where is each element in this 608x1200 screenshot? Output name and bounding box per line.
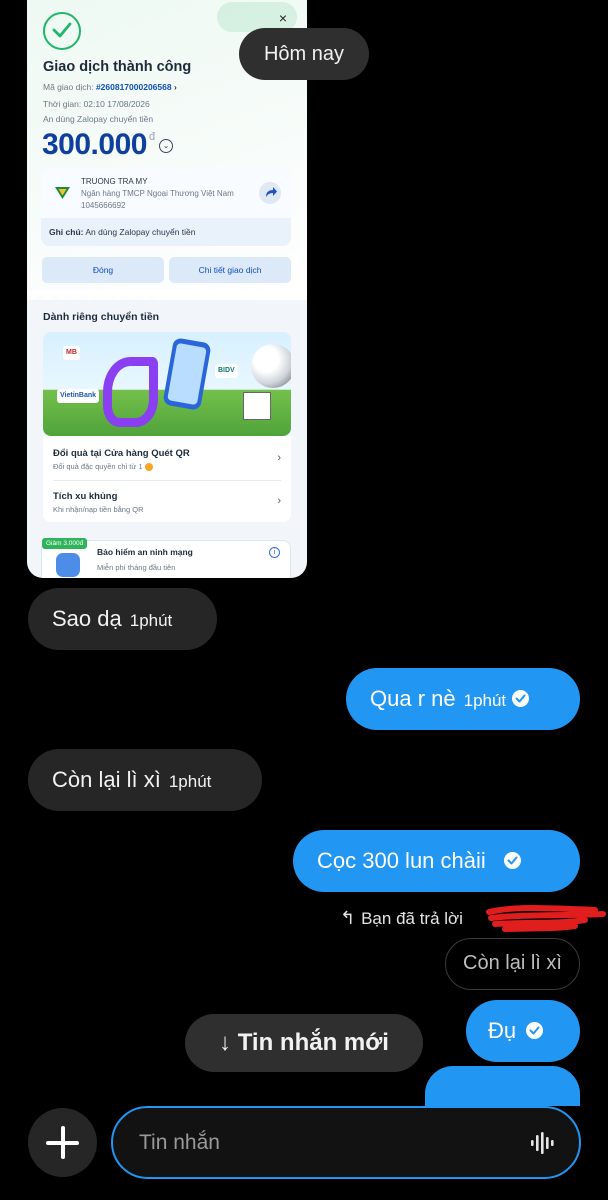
bank-logo-icon <box>55 187 70 199</box>
info-icon: i <box>269 547 280 558</box>
voice-wave-icon[interactable] <box>531 1132 557 1154</box>
shield-icon <box>56 553 80 577</box>
plus-icon-stroke <box>61 1126 65 1159</box>
currency: đ <box>148 131 156 143</box>
list-item: Tích xu khủng Khi nhận/nạp tiền bằng QR … <box>53 491 281 514</box>
check-circle-icon <box>43 12 81 50</box>
transaction-time: Thời gian: 02:10 17/08/2026 <box>43 99 150 109</box>
bank-chip: VietinBank <box>57 389 100 403</box>
message-placeholder: Tin nhắn <box>139 1131 220 1154</box>
message-input[interactable]: Tin nhắn <box>111 1106 581 1179</box>
divider <box>53 480 281 481</box>
arrow-down-icon: ↓ <box>219 1029 232 1056</box>
read-check-icon <box>526 1021 544 1039</box>
message-outgoing[interactable]: Cọc 300 lun chàii <box>293 830 580 892</box>
message-outgoing-partial[interactable] <box>425 1066 580 1106</box>
insurance-title: Bảo hiểm an ninh mạng <box>97 547 193 557</box>
transaction-memo: An dùng Zalopay chuyển tiền <box>43 114 154 124</box>
qr-illustration <box>243 392 271 420</box>
recipient-bank: Ngân hàng TMCP Ngoại Thương Việt Nam <box>81 189 234 198</box>
discount-badge: Giảm 3.000đ <box>42 538 88 549</box>
phone-illustration <box>162 337 212 411</box>
message-time: 1phút <box>463 691 507 710</box>
close-receipt-button: Đóng <box>42 257 164 283</box>
message-outgoing[interactable]: Đụ <box>466 1000 580 1062</box>
recipient-name: TRUONG TRA MY <box>81 177 148 186</box>
receipt-image[interactable]: × Giao dịch thành công Mã giao dịch: #26… <box>27 0 307 578</box>
message-outgoing[interactable]: Qua r nè 1phút <box>346 668 580 730</box>
chevron-down-icon: ⌄ <box>159 139 174 153</box>
football-illustration <box>251 344 291 388</box>
quoted-message[interactable]: Còn lại lì xì <box>445 938 580 990</box>
message-time: 1phút <box>168 772 212 791</box>
message-incoming[interactable]: Còn lại lì xì 1phút <box>28 749 262 811</box>
coin-icon <box>144 463 153 472</box>
chevron-right-icon: › <box>277 495 281 507</box>
redaction-scribble <box>486 905 606 932</box>
recipient-card: TRUONG TRA MY Ngân hàng TMCP Ngoại Thươn… <box>41 168 291 246</box>
promo-banner: MB VietinBank BIDV <box>43 332 291 436</box>
transaction-note: Ghi chú: An dùng Zalopay chuyển tiền <box>49 227 196 237</box>
message-incoming[interactable]: Sao dạ 1phút <box>28 588 217 650</box>
share-arrow-icon <box>259 182 281 204</box>
promo-list: Đổi quà tại Cửa hàng Quét QR Đổi quà đặc… <box>43 436 291 522</box>
recipient-info: TRUONG TRA MY Ngân hàng TMCP Ngoại Thươn… <box>41 168 291 218</box>
add-attachment-button[interactable] <box>28 1108 97 1177</box>
date-divider: Hôm nay <box>239 28 369 80</box>
transaction-id: Mã giao dịch: #260817000206568 › <box>43 82 177 92</box>
bank-chip: BIDV <box>215 364 238 378</box>
reply-arrow-icon: ↰ <box>340 908 356 928</box>
new-messages-button[interactable]: ↓ Tin nhắn mới <box>185 1014 423 1072</box>
insurance-subtitle: Miễn phí tháng đầu tiên <box>97 563 176 572</box>
receipt-title: Giao dịch thành công <box>43 59 192 75</box>
close-icon: × <box>278 10 288 26</box>
section-title: Dành riêng chuyển tiền <box>43 311 160 323</box>
zigzag-divider <box>27 290 307 299</box>
reply-indicator: ↰ Bạn đã trả lời <box>340 908 463 928</box>
insurance-card: Giảm 3.000đ Bảo hiểm an ninh mạng Miễn p… <box>41 538 291 578</box>
recipient-account: 1045666692 <box>81 201 126 210</box>
transaction-detail-button: Chi tiết giao dịch <box>169 257 291 283</box>
amount: 300.000 <box>42 128 147 161</box>
chevron-right-icon: › <box>277 452 281 464</box>
list-item: Đổi quà tại Cửa hàng Quét QR Đổi quà đặc… <box>53 448 281 472</box>
read-check-icon <box>503 851 521 869</box>
message-time: 1phút <box>129 611 173 630</box>
amount-row: 300.000 đ ⌄ <box>42 128 174 162</box>
bank-chip: MB <box>63 346 80 360</box>
read-check-icon <box>512 689 530 707</box>
banner-swirl <box>103 357 158 427</box>
